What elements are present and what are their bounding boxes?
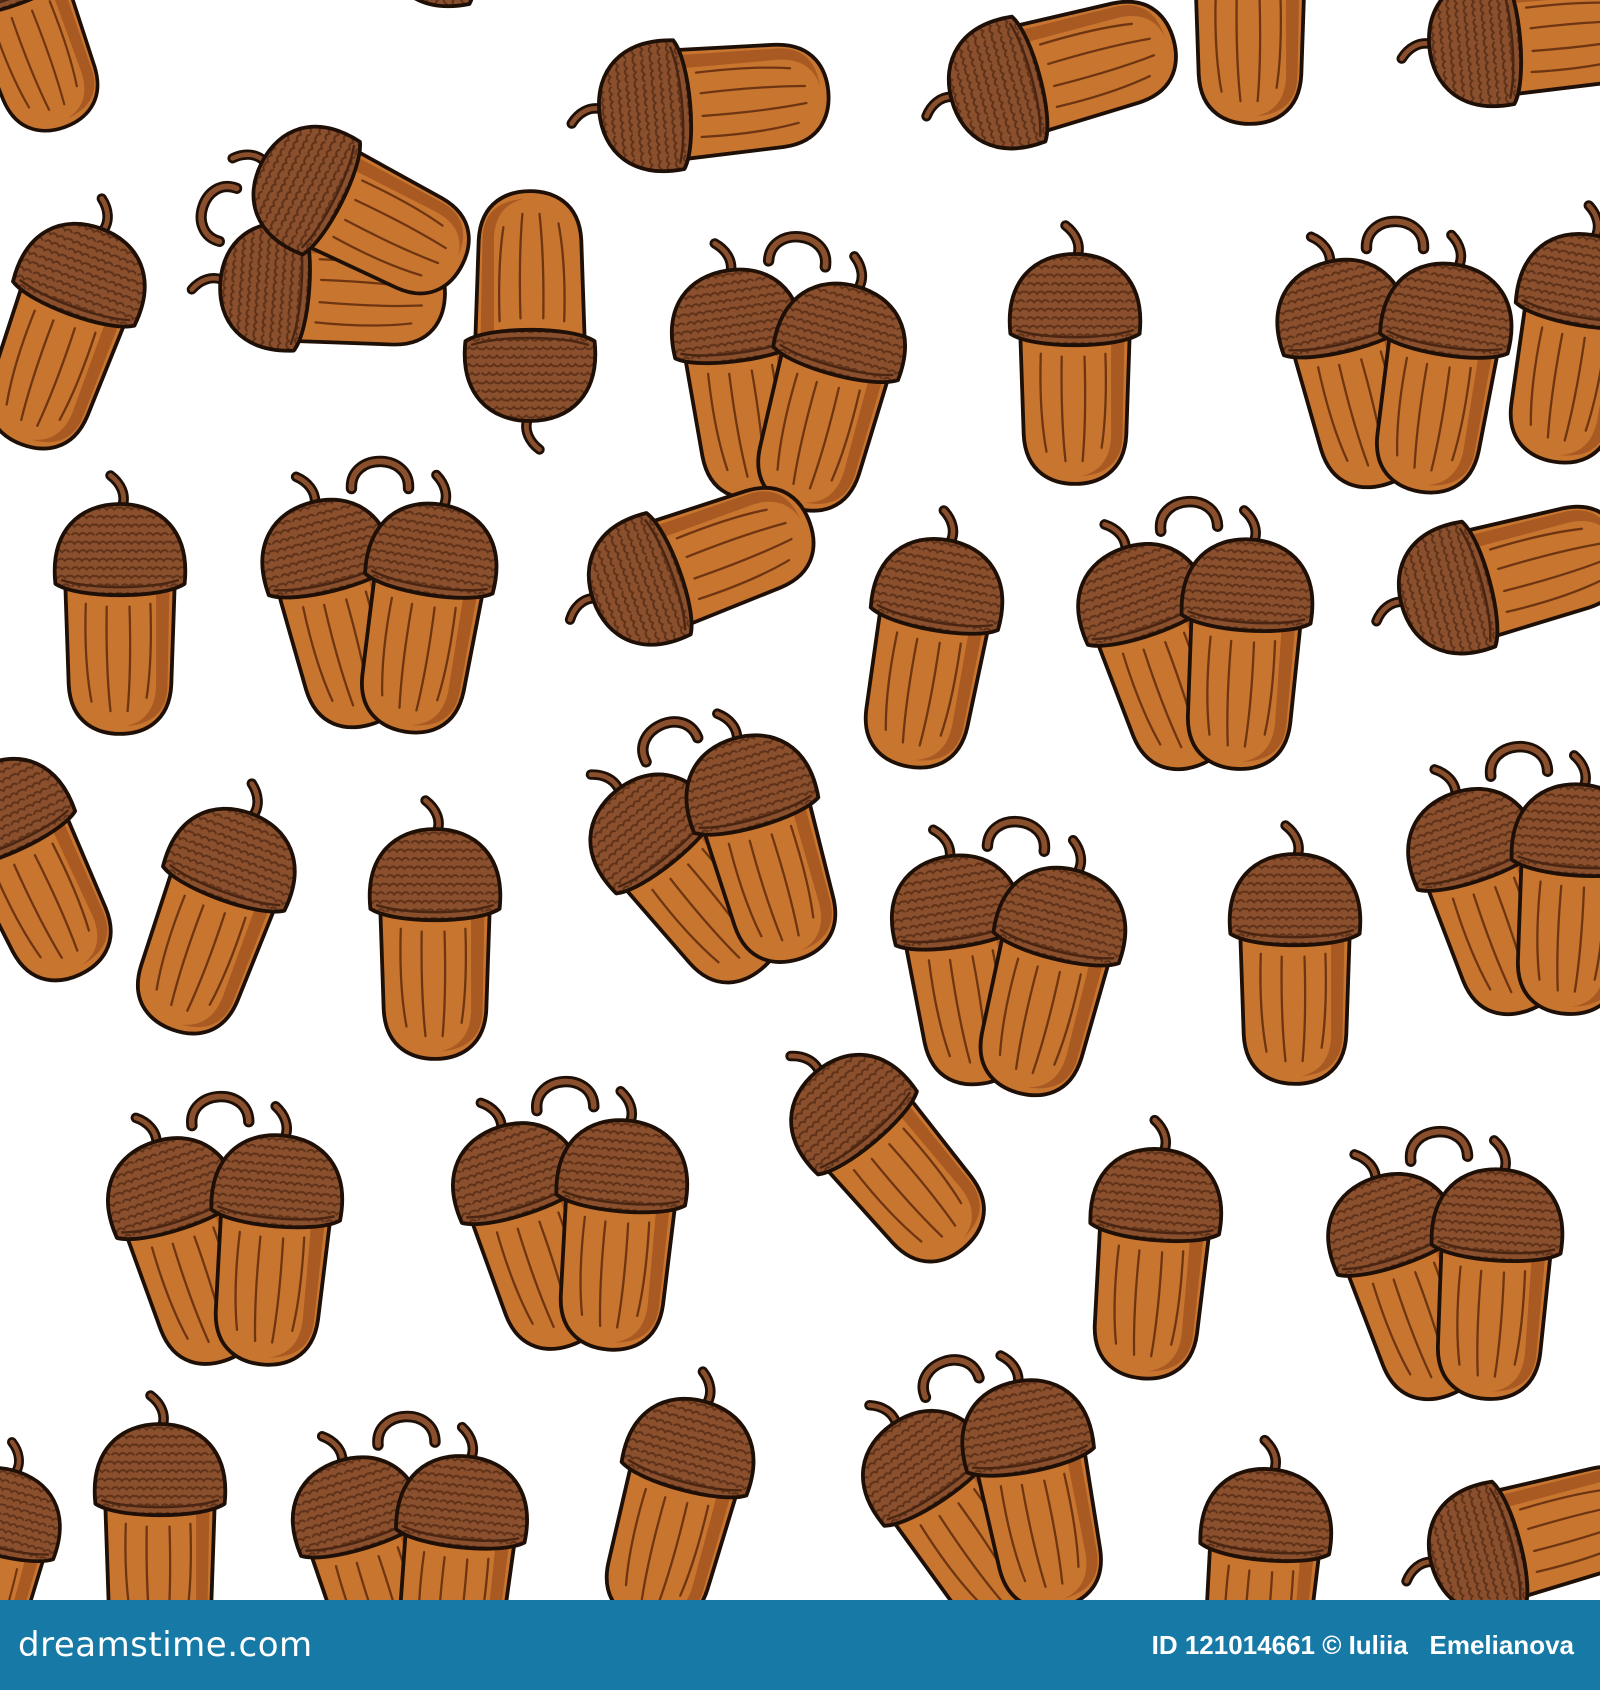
acorn-pattern: [0, 0, 1600, 1600]
site-name: dreamstime.com: [18, 1625, 313, 1665]
stock-image: dreamstime.com ID 121014661 © Iuliia Eme…: [0, 0, 1600, 1690]
image-credit: ID 121014661 © Iuliia Emelianova: [1151, 1629, 1574, 1660]
watermark-bar: dreamstime.com ID 121014661 © Iuliia Eme…: [0, 1600, 1600, 1690]
